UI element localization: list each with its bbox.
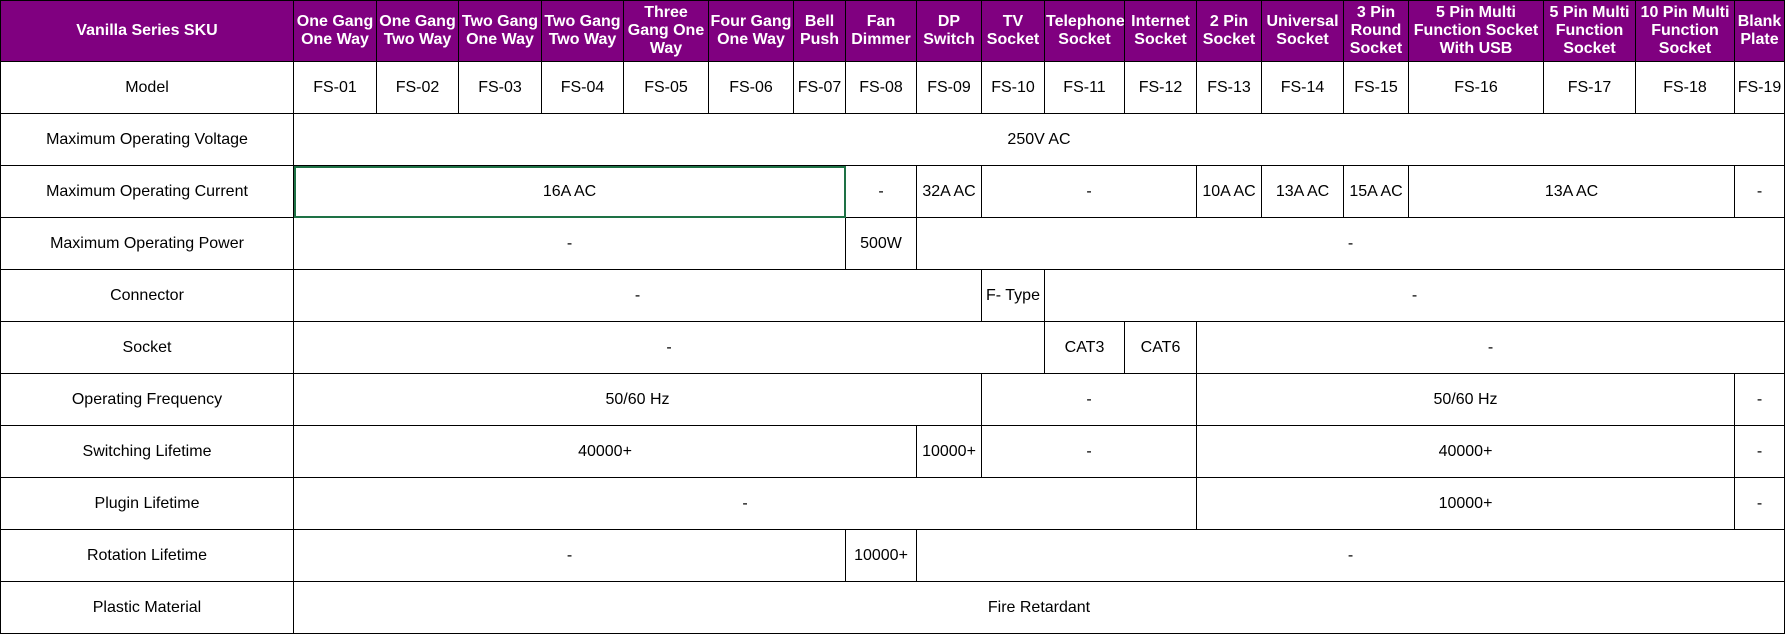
socket-cell[interactable]: - <box>293 321 1045 374</box>
model-cell[interactable]: FS-13 <box>1196 61 1262 114</box>
col-header-telephone-socket[interactable]: Telephone Socket <box>1044 0 1125 62</box>
model-cell[interactable]: FS-17 <box>1543 61 1636 114</box>
sku-header[interactable]: Vanilla Series SKU <box>0 0 294 62</box>
col-header-one-gang-one-way[interactable]: One Gang One Way <box>293 0 377 62</box>
power-cell[interactable]: - <box>293 217 846 270</box>
voltage-cell[interactable]: 250V AC <box>293 113 1785 166</box>
rotation-lifetime-cell[interactable]: - <box>916 529 1785 582</box>
col-header-two-gang-two-way[interactable]: Two Gang Two Way <box>541 0 624 62</box>
row-label-max-current[interactable]: Maximum Operating Current <box>0 165 294 218</box>
col-header-four-gang-one-way[interactable]: Four Gang One Way <box>708 0 794 62</box>
col-header-5-pin-socket[interactable]: 5 Pin Multi Function Socket <box>1543 0 1636 62</box>
model-cell[interactable]: FS-16 <box>1408 61 1544 114</box>
current-cell[interactable]: - <box>1734 165 1785 218</box>
frequency-cell[interactable]: 50/60 Hz <box>1196 373 1735 426</box>
model-cell[interactable]: FS-05 <box>623 61 709 114</box>
row-frequency: Operating Frequency 50/60 Hz - 50/60 Hz … <box>0 373 1785 426</box>
frequency-cell[interactable]: - <box>981 373 1197 426</box>
plugin-lifetime-cell[interactable]: - <box>293 477 1197 530</box>
model-cell[interactable]: FS-11 <box>1044 61 1125 114</box>
socket-cell[interactable]: CAT3 <box>1044 321 1125 374</box>
col-header-three-gang-one-way[interactable]: Three Gang One Way <box>623 0 709 62</box>
row-label-max-voltage[interactable]: Maximum Operating Voltage <box>0 113 294 166</box>
frequency-cell[interactable]: - <box>1734 373 1785 426</box>
row-max-voltage: Maximum Operating Voltage 250V AC <box>0 113 1785 166</box>
row-label-plugin-lifetime[interactable]: Plugin Lifetime <box>0 477 294 530</box>
switching-lifetime-cell[interactable]: 10000+ <box>916 425 982 478</box>
current-cell[interactable]: 15A AC <box>1343 165 1409 218</box>
spec-table: Vanilla Series SKU One Gang One Way One … <box>0 0 1785 634</box>
plugin-lifetime-cell[interactable]: 10000+ <box>1196 477 1735 530</box>
row-label-max-power[interactable]: Maximum Operating Power <box>0 217 294 270</box>
row-max-current: Maximum Operating Current 16A AC - 32A A… <box>0 165 1785 218</box>
socket-cell[interactable]: CAT6 <box>1124 321 1197 374</box>
current-cell[interactable]: - <box>981 165 1197 218</box>
row-label-plastic-material[interactable]: Plastic Material <box>0 581 294 634</box>
power-cell[interactable]: - <box>916 217 1785 270</box>
model-cell[interactable]: FS-02 <box>376 61 459 114</box>
model-cell[interactable]: FS-19 <box>1734 61 1785 114</box>
model-cell[interactable]: FS-09 <box>916 61 982 114</box>
col-header-blank-plate[interactable]: Blank Plate <box>1734 0 1785 62</box>
col-header-tv-socket[interactable]: TV Socket <box>981 0 1045 62</box>
col-header-bell-push[interactable]: Bell Push <box>793 0 846 62</box>
row-label-switching-lifetime[interactable]: Switching Lifetime <box>0 425 294 478</box>
model-cell[interactable]: FS-03 <box>458 61 542 114</box>
col-header-dp-switch[interactable]: DP Switch <box>916 0 982 62</box>
col-header-5-pin-usb-socket[interactable]: 5 Pin Multi Function Socket With USB <box>1408 0 1544 62</box>
socket-cell[interactable]: - <box>1196 321 1785 374</box>
model-cell[interactable]: FS-12 <box>1124 61 1197 114</box>
col-header-10-pin-socket[interactable]: 10 Pin Multi Function Socket <box>1635 0 1735 62</box>
power-cell[interactable]: 500W <box>845 217 917 270</box>
switching-lifetime-cell[interactable]: - <box>981 425 1197 478</box>
current-cell[interactable]: 10A AC <box>1196 165 1262 218</box>
row-label-frequency[interactable]: Operating Frequency <box>0 373 294 426</box>
row-label-rotation-lifetime[interactable]: Rotation Lifetime <box>0 529 294 582</box>
switching-lifetime-cell[interactable]: 40000+ <box>293 425 917 478</box>
current-cell[interactable]: 13A AC <box>1261 165 1344 218</box>
row-max-power: Maximum Operating Power - 500W - <box>0 217 1785 270</box>
col-header-one-gang-two-way[interactable]: One Gang Two Way <box>376 0 459 62</box>
model-cell[interactable]: FS-06 <box>708 61 794 114</box>
row-connector: Connector - F- Type - <box>0 269 1785 322</box>
rotation-lifetime-cell[interactable]: 10000+ <box>845 529 917 582</box>
row-model: Model FS-01 FS-02 FS-03 FS-04 FS-05 FS-0… <box>0 61 1785 114</box>
col-header-two-gang-one-way[interactable]: Two Gang One Way <box>458 0 542 62</box>
row-switching-lifetime: Switching Lifetime 40000+ 10000+ - 40000… <box>0 425 1785 478</box>
plugin-lifetime-cell[interactable]: - <box>1734 477 1785 530</box>
rotation-lifetime-cell[interactable]: - <box>293 529 846 582</box>
model-cell[interactable]: FS-07 <box>793 61 846 114</box>
model-cell[interactable]: FS-18 <box>1635 61 1735 114</box>
model-cell[interactable]: FS-08 <box>845 61 917 114</box>
current-cell-selected[interactable]: 16A AC <box>293 165 846 218</box>
row-rotation-lifetime: Rotation Lifetime - 10000+ - <box>0 529 1785 582</box>
switching-lifetime-cell[interactable]: - <box>1734 425 1785 478</box>
model-cell[interactable]: FS-10 <box>981 61 1045 114</box>
col-header-universal-socket[interactable]: Universal Socket <box>1261 0 1344 62</box>
current-cell[interactable]: - <box>845 165 917 218</box>
row-socket: Socket - CAT3 CAT6 - <box>0 321 1785 374</box>
col-header-3-pin-round-socket[interactable]: 3 Pin Round Socket <box>1343 0 1409 62</box>
col-header-2-pin-socket[interactable]: 2 Pin Socket <box>1196 0 1262 62</box>
model-cell[interactable]: FS-14 <box>1261 61 1344 114</box>
connector-cell[interactable]: - <box>293 269 982 322</box>
connector-cell[interactable]: - <box>1044 269 1785 322</box>
connector-cell[interactable]: F- Type <box>981 269 1045 322</box>
row-plugin-lifetime: Plugin Lifetime - 10000+ - <box>0 477 1785 530</box>
model-cell[interactable]: FS-01 <box>293 61 377 114</box>
plastic-material-cell[interactable]: Fire Retardant <box>293 581 1785 634</box>
row-label-model[interactable]: Model <box>0 61 294 114</box>
model-cell[interactable]: FS-04 <box>541 61 624 114</box>
switching-lifetime-cell[interactable]: 40000+ <box>1196 425 1735 478</box>
current-cell[interactable]: 32A AC <box>916 165 982 218</box>
current-cell[interactable]: 13A AC <box>1408 165 1735 218</box>
row-label-connector[interactable]: Connector <box>0 269 294 322</box>
col-header-fan-dimmer[interactable]: Fan Dimmer <box>845 0 917 62</box>
row-plastic-material: Plastic Material Fire Retardant <box>0 581 1785 634</box>
header-row: Vanilla Series SKU One Gang One Way One … <box>0 0 1785 62</box>
col-header-internet-socket[interactable]: Internet Socket <box>1124 0 1197 62</box>
frequency-cell[interactable]: 50/60 Hz <box>293 373 982 426</box>
row-label-socket[interactable]: Socket <box>0 321 294 374</box>
model-cell[interactable]: FS-15 <box>1343 61 1409 114</box>
